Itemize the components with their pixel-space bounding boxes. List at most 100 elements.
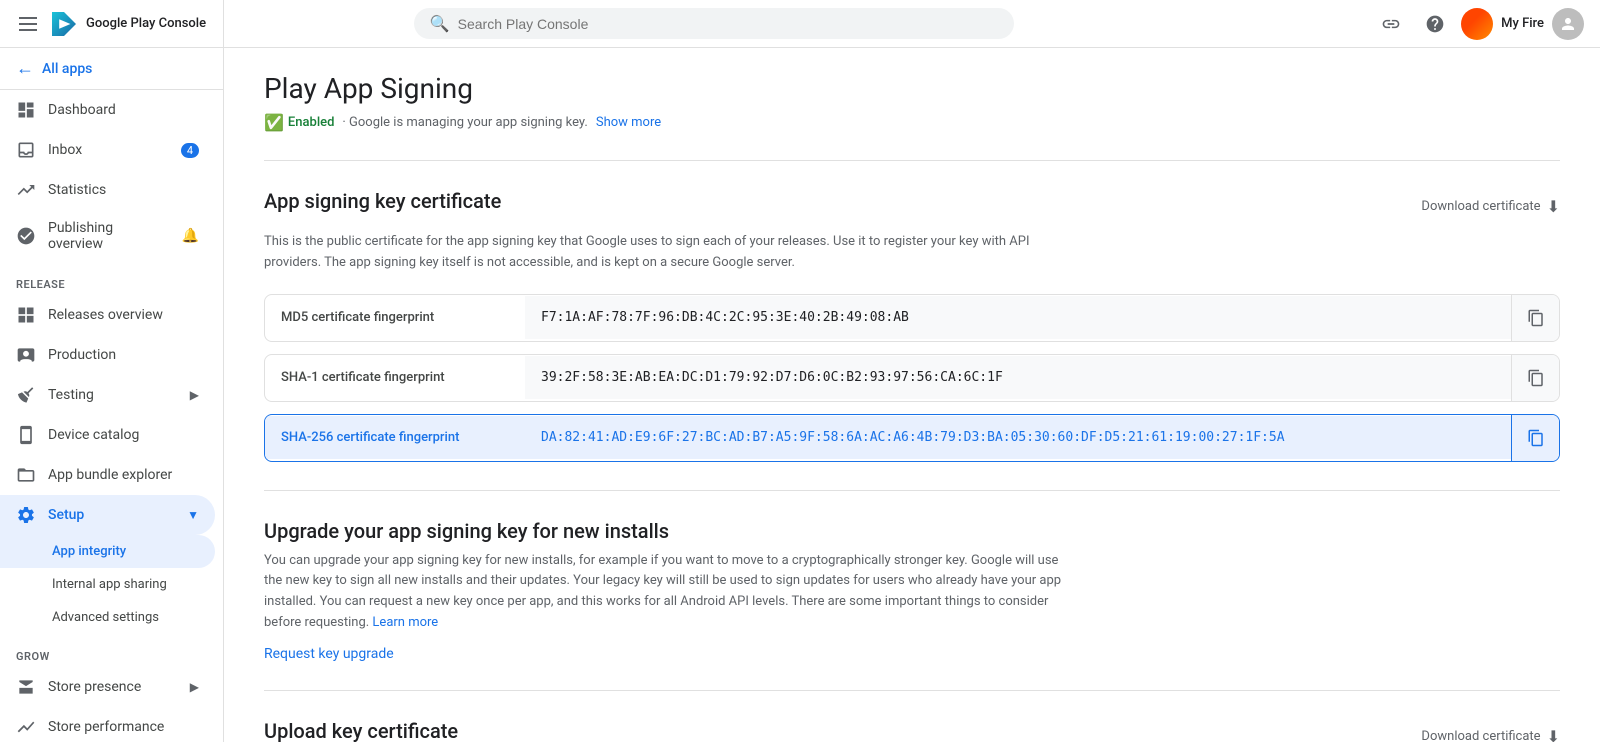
search-input[interactable] [458,16,998,32]
user-label: My Fire [1501,16,1544,31]
sidebar-item-label: Setup [48,507,84,523]
logo-area: Google Play Console [48,8,206,40]
logo-text: Google Play Console [86,16,206,31]
cert-value-sha256: DA:82:41:AD:E9:6F:27:BC:AD:B7:A5:9F:58:6… [525,416,1511,459]
store-icon [16,677,36,697]
app-avatar[interactable] [1461,8,1493,40]
search-icon: 🔍 [430,14,450,33]
cert-row-sha1: SHA-1 certificate fingerprint 39:2F:58:3… [264,354,1560,402]
copy-button-sha256[interactable] [1511,415,1559,461]
expand-arrow-icon: ▶ [190,388,199,402]
content-area: Play App Signing ✅ Enabled · Google is m… [224,48,1600,742]
sidebar-item-label: App bundle explorer [48,467,172,483]
sidebar-item-store-performance[interactable]: Store performance [0,707,215,742]
statistics-icon [16,180,36,200]
sidebar-item-production[interactable]: Production [0,335,215,375]
divider-2 [264,490,1560,491]
cert-value-md5: F7:1A:AF:78:7F:96:DB:4C:2C:95:3E:40:2B:4… [525,296,1511,339]
sidebar-item-statistics[interactable]: Statistics [0,170,215,210]
sidebar-item-setup[interactable]: Setup ▼ [0,495,215,535]
sidebar-item-label: Inbox [48,142,82,158]
upload-cert-title: Upload key certificate [264,719,458,742]
copy-button-md5[interactable] [1511,295,1559,341]
sidebar-item-releases-overview[interactable]: Releases overview [0,295,215,335]
check-circle-icon: ✅ [264,113,284,132]
search-box[interactable]: 🔍 [414,8,1014,39]
sidebar-item-label: Production [48,347,116,363]
dashboard-icon [16,100,36,120]
inbox-icon [16,140,36,160]
sidebar-item-dashboard[interactable]: Dashboard [0,90,215,130]
back-arrow-icon: ← [16,58,34,79]
sidebar-item-publishing-overview[interactable]: Publishing overview 🔔 [0,210,215,262]
grow-section-label: Grow [0,634,223,667]
hamburger-menu[interactable] [16,12,40,36]
bell-icon: 🔔 [182,228,199,244]
sidebar: Google Play Console ← All apps Dashboard… [0,0,224,742]
sidebar-item-label: Releases overview [48,307,163,323]
download-cert-label-2: Download certificate [1421,729,1540,742]
upgrade-desc: You can upgrade your app signing key for… [264,551,1064,634]
sidebar-item-label: Dashboard [48,102,116,118]
device-icon [16,425,36,445]
topbar-right: My Fire [1373,6,1584,42]
learn-more-link[interactable]: Learn more [372,615,438,630]
sidebar-item-label: Statistics [48,182,106,198]
link-icon-button[interactable] [1373,6,1409,42]
signing-cert-header-row: App signing key certificate Download cer… [264,189,1560,224]
all-apps-label: All apps [42,61,92,77]
signing-cert-title: App signing key certificate [264,189,501,213]
sidebar-item-inbox[interactable]: Inbox 4 [0,130,215,170]
upload-cert-header-row: Upload key certificate Download certific… [264,719,1560,742]
request-key-upgrade-link[interactable]: Request key upgrade [264,646,394,662]
topbar: 🔍 My Fire [224,0,1600,48]
sidebar-item-label: Store performance [48,719,164,735]
sidebar-item-label: Device catalog [48,427,139,443]
sidebar-item-label: Store presence [48,679,141,695]
sidebar-item-testing[interactable]: Testing ▶ [0,375,215,415]
sidebar-sub-item-advanced-settings[interactable]: Advanced settings [0,601,215,634]
releases-icon [16,305,36,325]
release-section-label: Release [0,262,223,295]
all-apps-button[interactable]: ← All apps [0,48,223,90]
performance-icon [16,717,36,737]
cert-label-sha256: SHA-256 certificate fingerprint [265,416,525,459]
upgrade-section: Upgrade your app signing key for new ins… [264,519,1560,662]
divider-1 [264,160,1560,161]
status-bar: ✅ Enabled · Google is managing your app … [264,113,1560,132]
sidebar-sub-label: Internal app sharing [52,577,167,592]
download-cert-button-1[interactable]: Download certificate ⬇ [1421,189,1560,224]
cert-row-md5: MD5 certificate fingerprint F7:1A:AF:78:… [264,294,1560,342]
sidebar-item-label: Testing [48,387,94,403]
store-expand-icon: ▶ [190,680,199,694]
status-enabled-text: Enabled [288,115,335,130]
setup-expand-icon [16,505,36,525]
sidebar-sub-item-internal-app-sharing[interactable]: Internal app sharing [0,568,215,601]
download-cert-label-1: Download certificate [1421,199,1540,214]
production-icon [16,345,36,365]
upgrade-title: Upgrade your app signing key for new ins… [264,519,1560,543]
user-avatar[interactable] [1552,8,1584,40]
show-more-link[interactable]: Show more [596,115,661,130]
testing-icon [16,385,36,405]
download-cert-icon-2: ⬇ [1547,727,1560,742]
download-cert-button-2[interactable]: Download certificate ⬇ [1421,719,1560,742]
sidebar-sub-item-app-integrity[interactable]: App integrity [0,535,215,568]
cert-label-sha1: SHA-1 certificate fingerprint [265,356,525,399]
divider-3 [264,690,1560,691]
sidebar-item-app-bundle-explorer[interactable]: App bundle explorer [0,455,215,495]
setup-arrow-icon: ▼ [187,508,199,522]
status-enabled: ✅ Enabled [264,113,334,132]
sidebar-item-device-catalog[interactable]: Device catalog [0,415,215,455]
signing-cert-section: App signing key certificate Download cer… [264,189,1560,462]
cert-row-sha256: SHA-256 certificate fingerprint DA:82:41… [264,414,1560,462]
cert-label-md5: MD5 certificate fingerprint [265,296,525,339]
sidebar-header: Google Play Console [0,0,223,48]
help-icon-button[interactable] [1417,6,1453,42]
status-desc: · Google is managing your app signing ke… [342,115,587,130]
page-title: Play App Signing [264,72,1560,105]
sidebar-item-store-presence[interactable]: Store presence ▶ [0,667,215,707]
cert-value-sha1: 39:2F:58:3E:AB:EA:DC:D1:79:92:D7:D6:0C:B… [525,356,1511,399]
copy-button-sha1[interactable] [1511,355,1559,401]
main-area: 🔍 My Fire Play App Signing ✅ Enabled · [224,0,1600,742]
